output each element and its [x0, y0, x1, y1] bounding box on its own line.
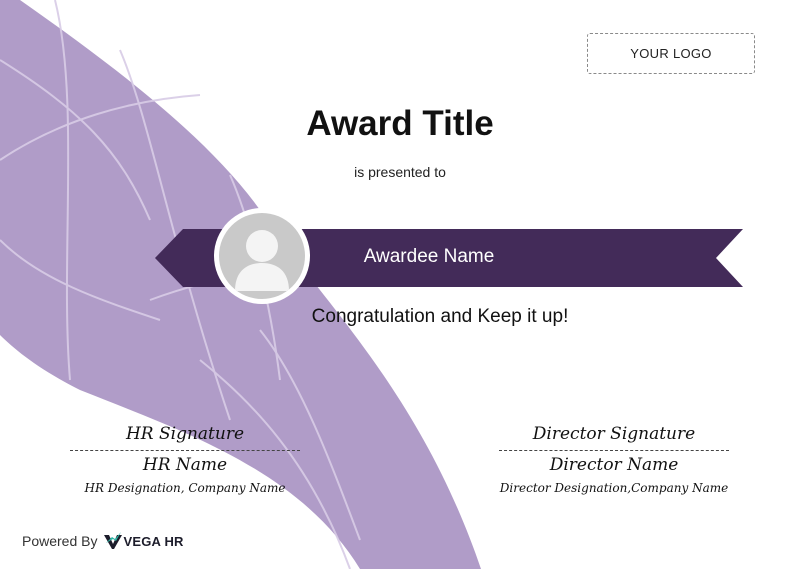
- hr-designation: HR Designation, Company Name: [84, 481, 286, 495]
- awardee-name: Awardee Name: [363, 246, 495, 267]
- logo-placeholder: YOUR LOGO: [587, 33, 755, 74]
- vega-hr-logo[interactable]: VEGA HR: [103, 531, 183, 551]
- presented-text: is presented to: [354, 164, 446, 180]
- director-name: Director Name: [549, 455, 679, 475]
- director-signature-block: Director Signature Director Name Directo…: [484, 424, 744, 495]
- hr-signature-block: HR Signature HR Name HR Designation, Com…: [55, 424, 315, 495]
- hr-signature-label: HR Signature: [125, 424, 245, 444]
- awardee-avatar: [214, 208, 310, 304]
- congratulation-message: Congratulation and Keep it up!: [311, 306, 569, 327]
- hr-signature-line: [70, 450, 300, 451]
- certificate-page: YOUR LOGO Award Title is presented to Aw…: [0, 0, 800, 569]
- person-placeholder-icon: [235, 230, 289, 291]
- director-signature-label: Director Signature: [532, 424, 696, 444]
- hr-name: HR Name: [142, 455, 228, 475]
- powered-by: Powered By VEGA HR: [22, 531, 184, 551]
- director-signature-line: [499, 450, 729, 451]
- vega-hr-brand-text: VEGA HR: [123, 533, 184, 549]
- award-title: Award Title: [306, 104, 494, 143]
- vega-hr-logo-icon: [104, 532, 123, 549]
- logo-text: YOUR LOGO: [630, 46, 712, 61]
- director-designation: Director Designation,Company Name: [499, 481, 729, 495]
- powered-by-label: Powered By: [22, 533, 98, 549]
